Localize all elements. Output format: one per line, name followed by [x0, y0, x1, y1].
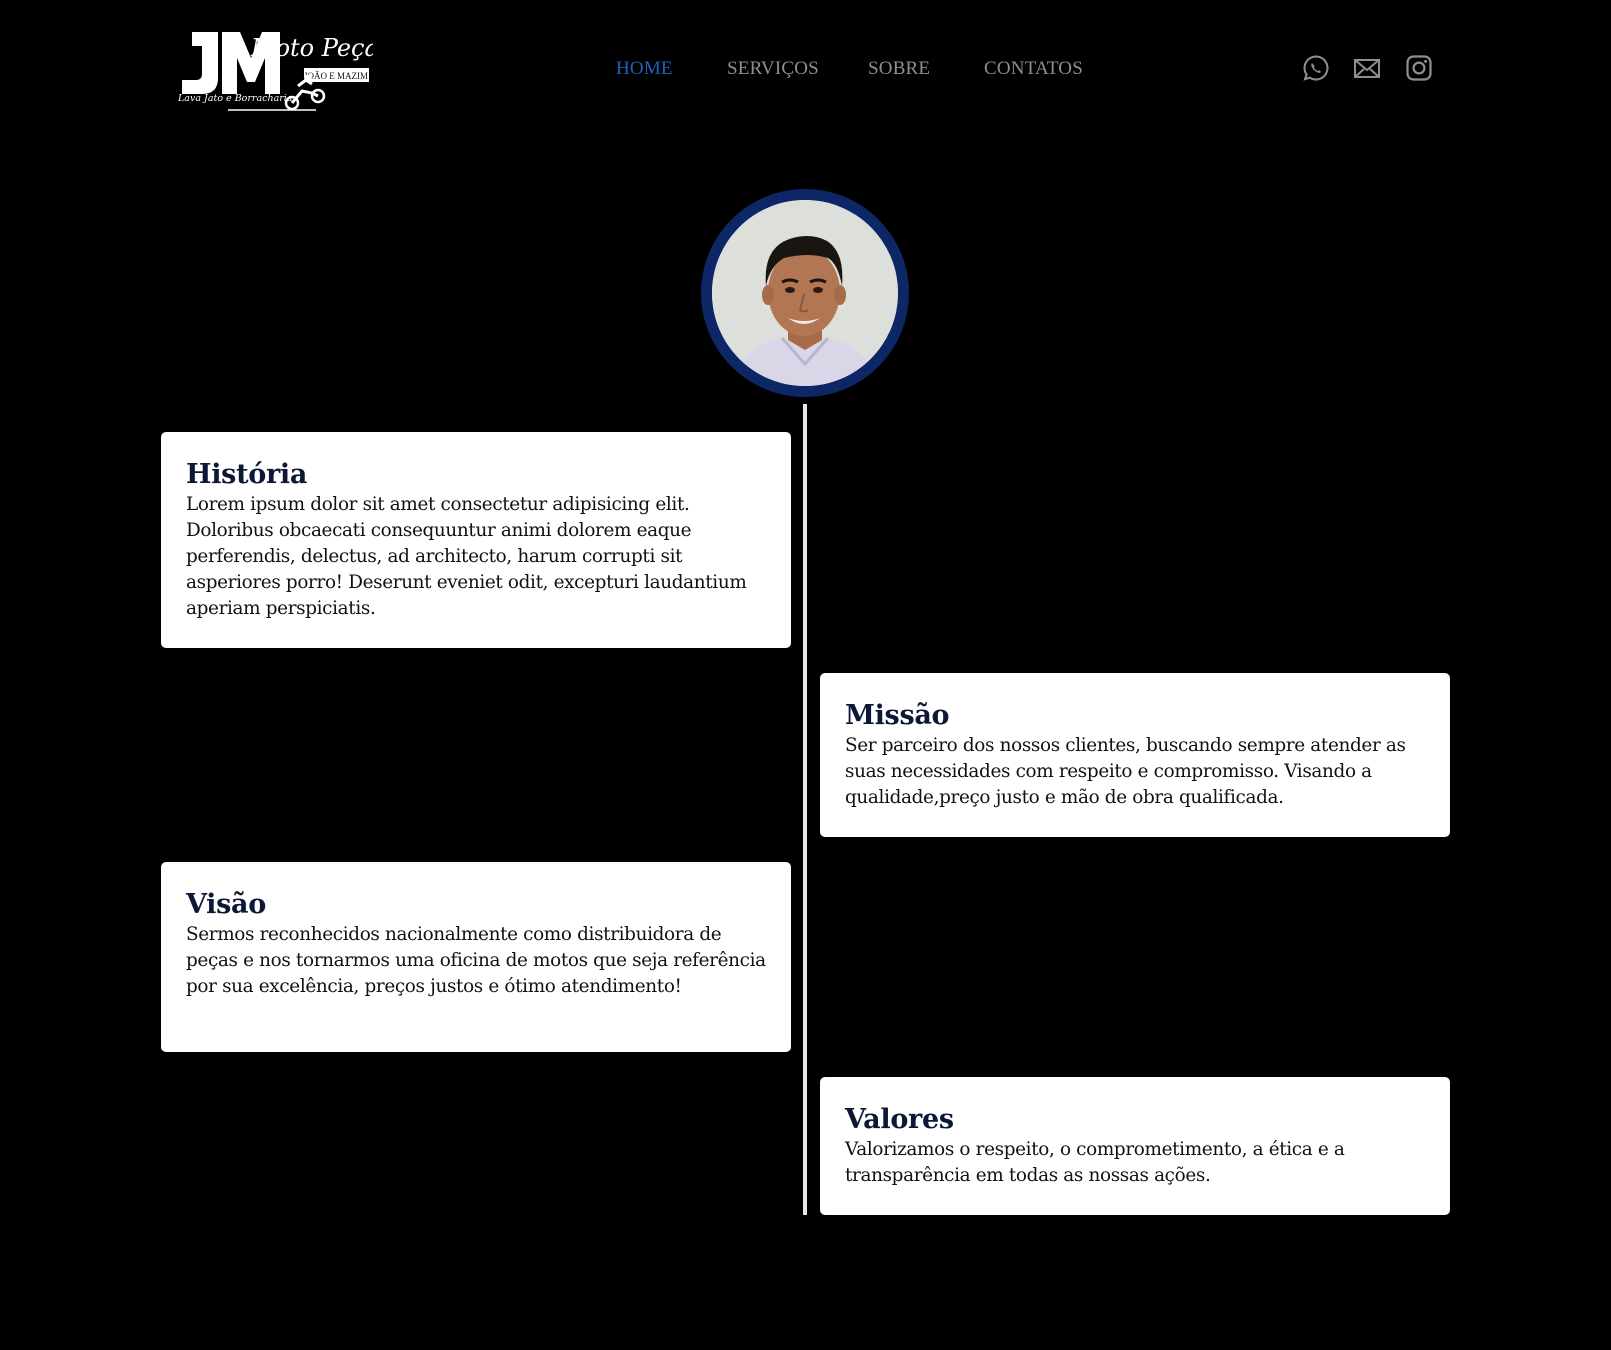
card-title: Valores — [845, 1104, 954, 1135]
card-title: Visão — [186, 889, 266, 920]
instagram-icon[interactable] — [1405, 54, 1433, 82]
nav-contatos-link[interactable]: CONTATOS — [984, 58, 1083, 80]
avatar-pointer — [794, 385, 816, 398]
timeline-card-historia: História Lorem ipsum dolor sit amet cons… — [161, 432, 791, 648]
timeline-card-visao: Visão Sermos reconhecidos nacionalmente … — [161, 862, 791, 1052]
card-text: Sermos reconhecidos nacionalmente como d… — [186, 924, 766, 997]
logo-tagline: Lava Jato e Borracharia — [178, 93, 293, 104]
card-text: Ser parceiro dos nossos clientes, buscan… — [845, 735, 1406, 808]
card-text: Valorizamos o respeito, o comprometiment… — [845, 1139, 1345, 1186]
mail-icon[interactable] — [1353, 54, 1381, 82]
card-text: Lorem ipsum dolor sit amet consectetur a… — [186, 494, 747, 619]
whatsapp-icon[interactable] — [1302, 54, 1330, 82]
card-title: História — [186, 459, 308, 490]
avatar-photo — [712, 200, 898, 386]
card-title: Missão — [845, 700, 950, 731]
nav-servicos-link[interactable]: SERVIÇOS — [727, 58, 819, 80]
timeline-line — [803, 404, 807, 1215]
timeline-card-valores: Valores Valorizamos o respeito, o compro… — [820, 1077, 1450, 1215]
timeline-card-missao: Missão Ser parceiro dos nossos clientes,… — [820, 673, 1450, 837]
profile-avatar — [701, 189, 909, 403]
nav-home-link[interactable]: HOME — [616, 58, 673, 80]
nav-sobre-link[interactable]: SOBRE — [868, 58, 930, 80]
